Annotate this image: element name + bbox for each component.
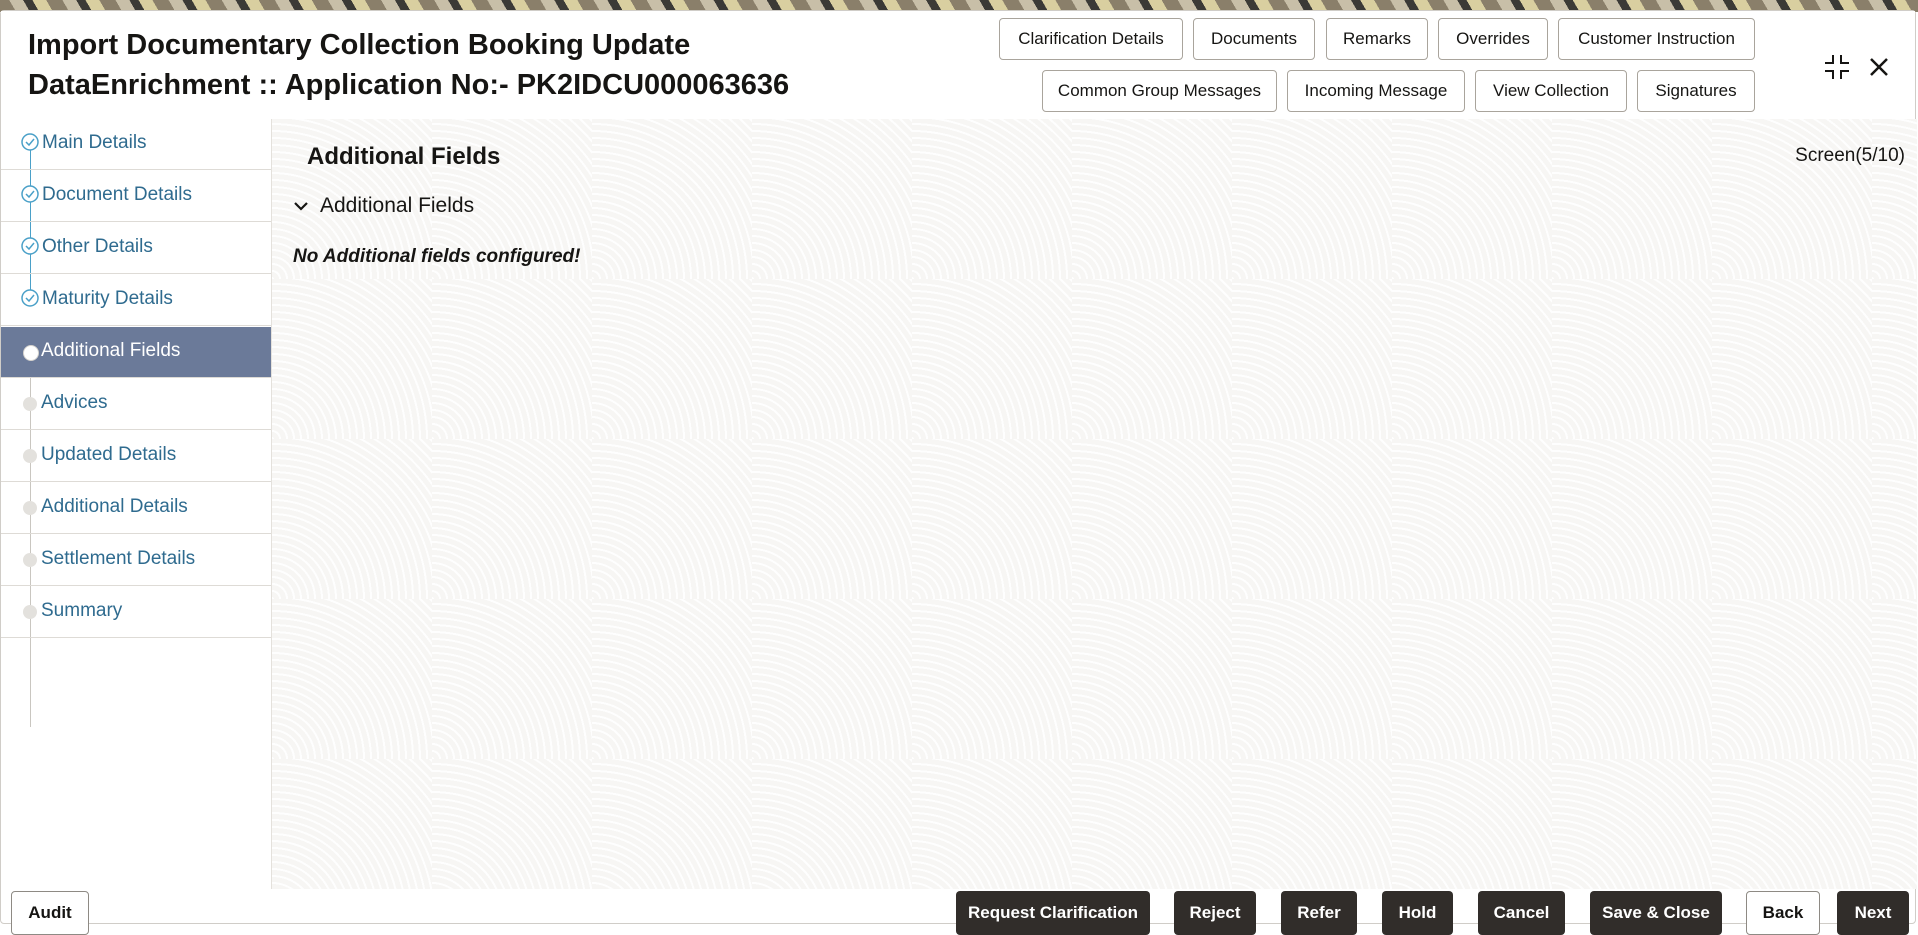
save-close-button[interactable]: Save & Close [1590,891,1722,935]
documents-button[interactable]: Documents [1193,18,1315,60]
pending-step-icon [23,605,37,619]
remarks-button[interactable]: Remarks [1326,18,1428,60]
back-button[interactable]: Back [1746,891,1820,935]
hold-button[interactable]: Hold [1382,891,1453,935]
clarification-details-button[interactable]: Clarification Details [999,18,1183,60]
next-button[interactable]: Next [1837,891,1909,935]
sidebar-item-updated-details[interactable]: Updated Details [1,431,271,482]
chevron-down-icon [294,202,308,211]
reject-button[interactable]: Reject [1174,891,1256,935]
application-window: Import Documentary Collection Booking Up… [0,10,1917,935]
audit-button[interactable]: Audit [11,891,89,935]
sidebar-item-settlement-details[interactable]: Settlement Details [1,535,271,586]
sidebar-item-label: Updated Details [41,444,177,465]
sidebar-item-additional-details[interactable]: Additional Details [1,483,271,534]
overrides-button[interactable]: Overrides [1438,18,1548,60]
sidebar-item-other-details[interactable]: Other Details [1,223,271,274]
sidebar-item-summary[interactable]: Summary [1,587,271,638]
section-title: Additional Fields [307,143,501,170]
sidebar-item-label: Other Details [42,236,153,257]
check-circle-icon [21,133,39,151]
additional-fields-panel-header[interactable]: Additional Fields [292,194,474,218]
page-title: Import Documentary Collection Booking Up… [28,29,691,61]
screen-indicator: Screen(5/10) [1795,145,1905,166]
common-group-messages-button[interactable]: Common Group Messages [1042,70,1277,112]
sidebar-item-document-details[interactable]: Document Details [1,171,271,222]
customer-instruction-button[interactable]: Customer Instruction [1558,18,1755,60]
pending-step-icon [23,501,37,515]
signatures-button[interactable]: Signatures [1637,70,1755,112]
pending-step-icon [23,397,37,411]
check-circle-icon [21,185,39,203]
pending-step-icon [23,449,37,463]
incoming-message-button[interactable]: Incoming Message [1287,70,1465,112]
main-content: Additional Fields Screen(5/10) Additiona… [272,119,1917,889]
process-sidebar: Main Details Document Details Other Deta… [1,119,272,889]
header: Import Documentary Collection Booking Up… [1,11,1915,120]
sidebar-item-label: Maturity Details [42,288,173,309]
cancel-button[interactable]: Cancel [1478,891,1565,935]
empty-state-message: No Additional fields configured! [293,246,581,267]
sidebar-item-main-details[interactable]: Main Details [1,119,271,170]
check-circle-icon [21,289,39,307]
footer-actions: Audit Request Clarification Reject Refer… [1,889,1915,935]
check-circle-icon [21,237,39,255]
sidebar-item-label: Additional Fields [41,340,181,361]
sidebar-item-advices[interactable]: Advices [1,379,271,430]
sidebar-item-label: Summary [41,600,123,621]
sidebar-item-label: Advices [41,392,108,413]
sidebar-item-label: Additional Details [41,496,188,517]
view-collection-button[interactable]: View Collection [1475,70,1627,112]
close-icon[interactable] [1865,53,1893,81]
refer-button[interactable]: Refer [1281,891,1357,935]
request-clarification-button[interactable]: Request Clarification [956,891,1150,935]
sidebar-item-maturity-details[interactable]: Maturity Details [1,275,271,326]
current-step-icon [23,345,39,361]
sidebar-item-label: Document Details [42,184,192,205]
pending-step-icon [23,553,37,567]
panel-title: Additional Fields [320,194,475,217]
sidebar-item-label: Settlement Details [41,548,196,569]
sidebar-item-label: Main Details [42,132,147,153]
application-number: DataEnrichment :: Application No:- PK2ID… [28,69,790,101]
collapse-icon[interactable] [1821,51,1853,83]
sidebar-item-additional-fields[interactable]: Additional Fields [1,327,271,378]
